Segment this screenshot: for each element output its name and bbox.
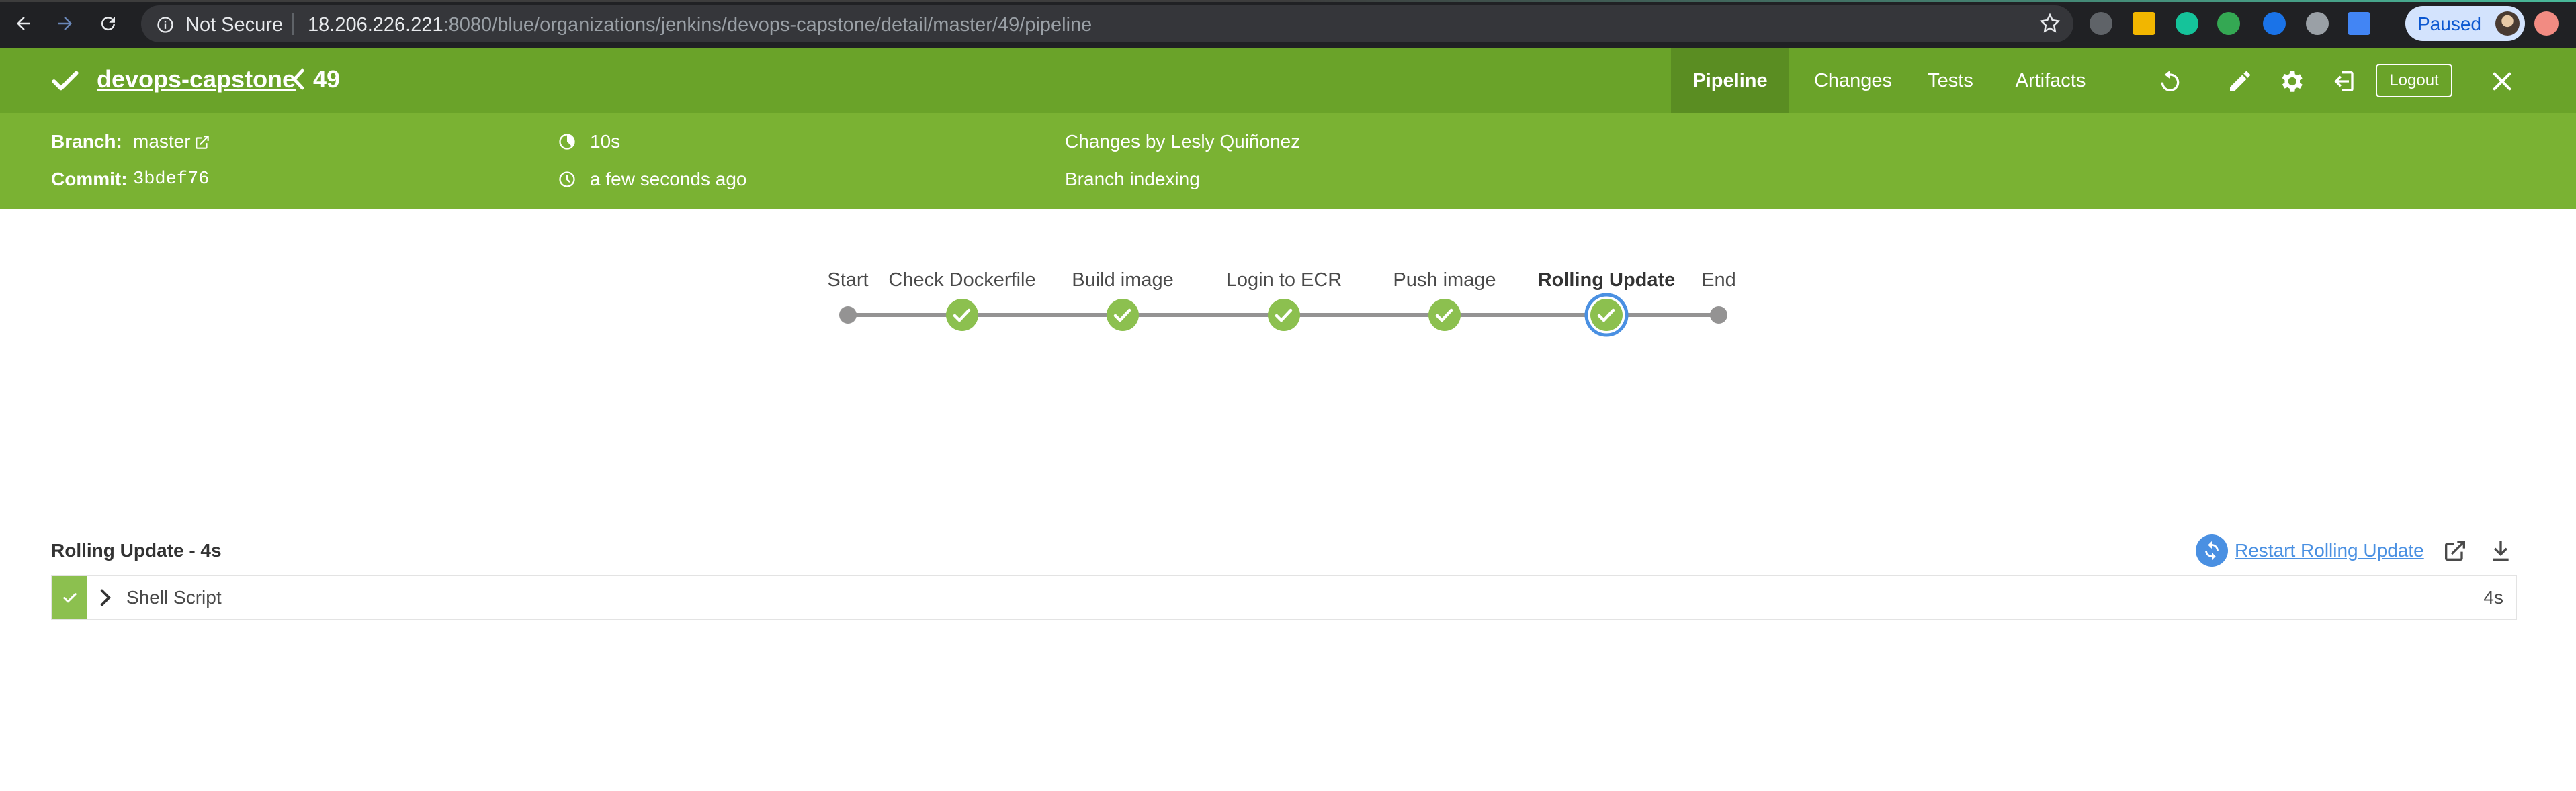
step-row[interactable]: Shell Script 4s (51, 575, 2517, 620)
stage-label-build-image[interactable]: Build image (1072, 269, 1174, 291)
profile-paused-button[interactable]: Paused (2405, 6, 2525, 41)
pipeline-name-link[interactable]: devops-capstone (97, 65, 296, 93)
success-check-icon (52, 71, 79, 91)
run-cause-text: Branch indexing (1065, 169, 1200, 189)
changes-by-text: Changes by Lesly Quiñonez (1065, 131, 1301, 152)
clock-icon (559, 171, 575, 187)
url-text[interactable]: 18.206.226.221:8080/blue/organizations/j… (308, 14, 1092, 36)
run-header-bar: devops-capstone 49 Pipeline Changes Test… (0, 48, 2576, 113)
forward-button[interactable] (51, 9, 79, 38)
close-button[interactable] (2487, 66, 2517, 96)
edit-button[interactable] (2225, 66, 2255, 96)
close-icon (2493, 72, 2511, 91)
run-duration: 10s (590, 131, 621, 152)
run-details-bar: Branch: master Commit: 3bdef76 10s a few… (0, 113, 2576, 209)
avatar (2495, 11, 2520, 36)
stage-label-login-to-ecr[interactable]: Login to ECR (1226, 269, 1342, 291)
open-log-button[interactable] (2440, 536, 2470, 565)
settings-button[interactable] (2276, 66, 2306, 96)
restart-icon (2205, 541, 2219, 561)
check-icon (63, 593, 77, 603)
extension-icon-5[interactable] (2263, 12, 2286, 35)
back-button[interactable] (9, 9, 38, 38)
cast-extension-icon[interactable] (2348, 12, 2370, 35)
download-icon (2493, 541, 2509, 561)
arrow-left-icon (17, 17, 30, 30)
tab-tests[interactable]: Tests (1907, 48, 1993, 113)
step-duration: 4s (2483, 587, 2503, 608)
selected-stage-title: Rolling Update - 4s (51, 540, 222, 561)
grammarly-extension-icon[interactable] (2176, 12, 2198, 35)
tab-changes[interactable]: Changes (1805, 48, 1901, 113)
replay-icon (2161, 70, 2180, 91)
go-to-classic-button[interactable] (2327, 66, 2357, 96)
profile-status-label: Paused (2417, 13, 2481, 34)
extension-icon-1[interactable] (2090, 12, 2112, 35)
pencil-icon (2230, 71, 2250, 91)
address-bar[interactable]: Not Secure 18.206.226.221:8080/blue/orga… (141, 5, 2073, 42)
stage-node-login-to-ecr[interactable] (1268, 299, 1300, 331)
stage-label-push-image[interactable]: Push image (1393, 269, 1496, 291)
restart-stage-link[interactable]: Restart Rolling Update (2235, 540, 2424, 561)
pipeline-graph: Start Check Dockerfile Build image Login to… (0, 209, 2576, 410)
timer-icon (559, 134, 575, 150)
browser-toolbar: Not Secure 18.206.226.221:8080/blue/orga… (0, 0, 2576, 48)
chevron-left-icon[interactable] (290, 68, 306, 91)
step-status-success (52, 576, 87, 619)
tab-pipeline[interactable]: Pipeline (1671, 48, 1789, 113)
update-badge-icon[interactable] (2534, 11, 2559, 36)
url-host: 18.206.226.221 (308, 14, 443, 36)
bookmark-star-icon[interactable] (2038, 12, 2061, 35)
stage-node-push-image[interactable] (1428, 299, 1461, 331)
tab-artifacts[interactable]: Artifacts (2000, 48, 2101, 113)
branch-value-link[interactable]: master (133, 131, 191, 152)
chevron-right-icon[interactable] (99, 588, 112, 607)
url-path: :8080/blue/organizations/jenkins/devops-… (443, 14, 1092, 36)
reload-button[interactable] (94, 9, 122, 38)
logout-button[interactable]: Logout (2376, 64, 2452, 97)
omnibox-divider (292, 13, 294, 35)
pipeline-graph-canvas (839, 293, 1727, 337)
commit-hash: 3bdef76 (133, 169, 210, 189)
extension-icon-2[interactable] (2133, 12, 2155, 35)
stage-label-start: Start (827, 269, 869, 291)
stage-node-start (839, 306, 857, 324)
exit-to-app-icon (2334, 71, 2354, 91)
open-external-icon (2445, 541, 2465, 561)
stage-label-rolling-update[interactable]: Rolling Update (1538, 269, 1676, 291)
arrow-right-icon (58, 17, 72, 30)
branch-label: Branch: (51, 131, 122, 152)
open-external-icon[interactable] (194, 134, 211, 151)
stage-node-check-dockerfile[interactable] (946, 299, 978, 331)
download-log-button[interactable] (2486, 536, 2516, 565)
extension-icon-4[interactable] (2217, 12, 2240, 35)
extension-icon-6[interactable] (2306, 12, 2329, 35)
stage-label-check-dockerfile[interactable]: Check Dockerfile (888, 269, 1035, 291)
restart-stage-button[interactable] (2196, 534, 2228, 567)
stage-node-end (1710, 306, 1727, 324)
info-icon[interactable] (156, 15, 175, 34)
security-label[interactable]: Not Secure (185, 14, 283, 36)
stage-node-rolling-update[interactable] (1584, 293, 1629, 337)
stage-node-build-image[interactable] (1107, 299, 1139, 331)
step-title: Shell Script (126, 587, 222, 608)
stage-label-end: End (1701, 269, 1736, 291)
commit-label: Commit: (51, 169, 128, 189)
reload-icon (101, 17, 116, 31)
rerun-button[interactable] (2155, 66, 2185, 96)
run-started-time: a few seconds ago (590, 169, 747, 189)
toolbar-accent-strip (0, 0, 2576, 2)
gear-icon (2282, 71, 2303, 92)
run-number: 49 (313, 65, 341, 93)
